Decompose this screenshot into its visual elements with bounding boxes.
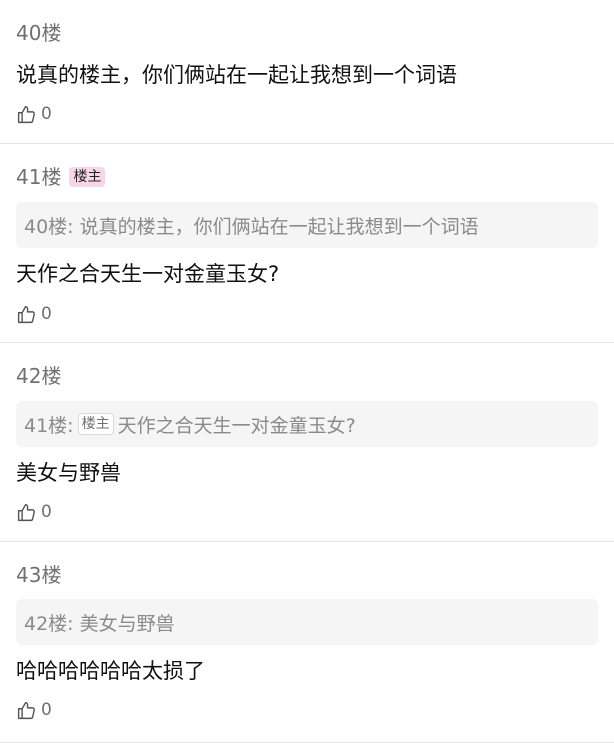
floor-number: 40楼 xyxy=(16,21,62,45)
quote-op-badge: 楼主 xyxy=(77,413,114,435)
quoted-reply[interactable]: 40楼: 说真的楼主，你们俩站在一起让我想到一个词语 xyxy=(16,202,598,248)
reply-content: 哈哈哈哈哈哈太损了 xyxy=(16,659,205,683)
op-badge: 楼主 xyxy=(69,167,106,187)
thumbs-up-icon xyxy=(17,503,35,521)
reply-post: 43楼 42楼: 美女与野兽 哈哈哈哈哈哈太损了 0 xyxy=(0,542,614,743)
like-button[interactable]: 0 xyxy=(16,501,52,523)
like-button[interactable]: 0 xyxy=(16,103,52,125)
floor-header: 40楼 xyxy=(16,20,61,46)
reply-content: 天作之合天生一对金童玉女? xyxy=(16,262,280,286)
like-count: 0 xyxy=(41,502,52,522)
quoted-reply[interactable]: 42楼: 美女与野兽 xyxy=(16,599,598,645)
reply-post: 40楼 说真的楼主，你们俩站在一起让我想到一个词语 0 xyxy=(0,0,614,144)
floor-number: 42楼 xyxy=(16,364,62,388)
quote-text: 说真的楼主，你们俩站在一起让我想到一个词语 xyxy=(79,215,479,238)
reply-post: 41楼 楼主 40楼: 说真的楼主，你们俩站在一起让我想到一个词语 天作之合天生… xyxy=(0,144,614,343)
like-button[interactable]: 0 xyxy=(16,303,52,325)
floor-header: 42楼 xyxy=(16,363,61,389)
quoted-reply[interactable]: 41楼: 楼主 天作之合天生一对金童玉女? xyxy=(16,401,598,447)
quote-text: 美女与野兽 xyxy=(79,612,175,635)
floor-header: 41楼 楼主 xyxy=(16,164,106,190)
like-count: 0 xyxy=(41,104,52,124)
reply-content: 说真的楼主，你们俩站在一起让我想到一个词语 xyxy=(16,63,457,87)
floor-number: 43楼 xyxy=(16,563,62,587)
quote-ref: 41楼: xyxy=(24,414,74,437)
thumbs-up-icon xyxy=(17,701,35,719)
thumbs-up-icon xyxy=(17,105,35,123)
quote-text: 天作之合天生一对金童玉女? xyxy=(117,414,356,437)
like-count: 0 xyxy=(41,700,52,720)
reply-post: 42楼 41楼: 楼主 天作之合天生一对金童玉女? 美女与野兽 0 xyxy=(0,343,614,542)
quote-ref: 42楼: xyxy=(24,612,74,635)
floor-number: 41楼 xyxy=(16,165,62,189)
floor-header: 43楼 xyxy=(16,562,61,588)
reply-content: 美女与野兽 xyxy=(16,461,121,485)
like-button[interactable]: 0 xyxy=(16,699,52,721)
thumbs-up-icon xyxy=(17,305,35,323)
like-count: 0 xyxy=(41,304,52,324)
quote-ref: 40楼: xyxy=(24,215,74,238)
